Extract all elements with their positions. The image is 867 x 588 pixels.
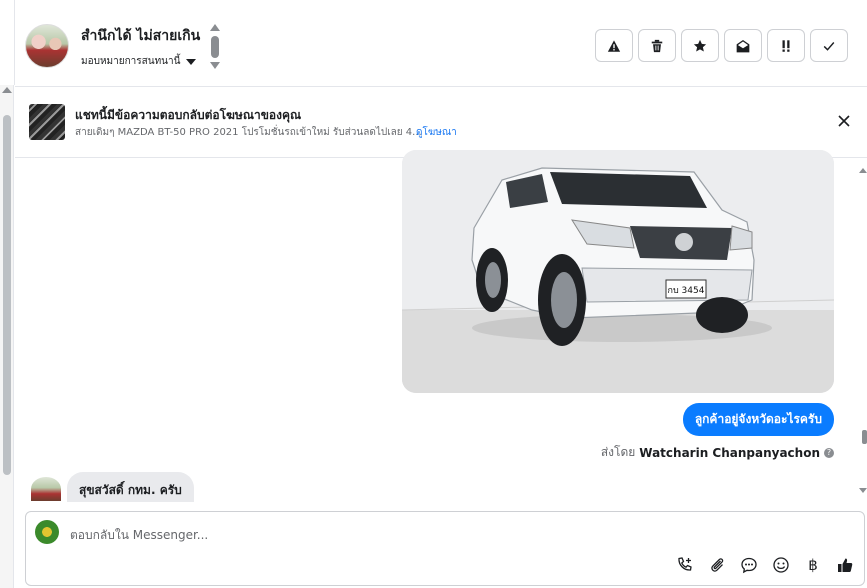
left-scrollbar[interactable] bbox=[0, 85, 14, 588]
assign-conversation-dropdown[interactable]: มอบหมายการสนทนานี้ bbox=[81, 54, 197, 69]
thread-header: สำนึกได้ ไม่สายเกิน มอบหมายการสนทนานี้ bbox=[15, 5, 867, 87]
sent-by-name: Watcharin Chanpanyachon bbox=[639, 445, 820, 460]
mark-done-button[interactable] bbox=[810, 29, 848, 62]
emoji-button[interactable] bbox=[772, 556, 790, 574]
caret-down-icon bbox=[186, 58, 197, 65]
contact-message-avatar bbox=[31, 477, 61, 501]
sent-by-prefix: ส่งโดย bbox=[600, 445, 636, 459]
ad-banner-title: แชทนี้มีข้อความตอบกลับต่อโฆษณาของคุณ bbox=[75, 108, 302, 122]
trash-icon bbox=[651, 39, 663, 52]
sent-by-line: ส่งโดย Watcharin Chanpanyachon ? bbox=[601, 443, 834, 462]
ad-reply-banner: แชทนี้มีข้อความตอบกลับต่อโฆษณาของคุณ สาย… bbox=[15, 88, 867, 158]
star-button[interactable] bbox=[681, 29, 719, 62]
smiley-icon bbox=[773, 557, 789, 573]
scrollbar-thumb[interactable] bbox=[3, 115, 11, 475]
ad-thumbnail[interactable] bbox=[29, 104, 65, 140]
thread-actions bbox=[595, 29, 848, 62]
ad-banner-subtitle: สายเดิมๆ MAZDA BT-50 PRO 2021 โปรโมชั่นร… bbox=[75, 127, 422, 138]
incoming-message[interactable]: สุขสวัสดิ์ กทม. ครับ bbox=[67, 472, 194, 502]
scroll-up-icon[interactable] bbox=[2, 87, 12, 93]
phone-plus-icon bbox=[678, 557, 692, 571]
conversation-nav-handle bbox=[211, 36, 219, 58]
conversation-nav[interactable] bbox=[210, 24, 220, 70]
car-photo-message[interactable]: กบ 3454 bbox=[402, 150, 834, 393]
mark-unread-button[interactable] bbox=[724, 29, 762, 62]
pickup-truck-image: กบ 3454 bbox=[402, 150, 834, 393]
spam-button[interactable] bbox=[595, 29, 633, 62]
saved-replies-button[interactable] bbox=[740, 556, 758, 574]
call-button[interactable] bbox=[676, 556, 694, 574]
scroll-up-icon[interactable] bbox=[859, 168, 867, 173]
scrollbar-thumb[interactable] bbox=[862, 430, 867, 444]
chat-bubble-icon bbox=[741, 557, 757, 574]
delete-button[interactable] bbox=[638, 29, 676, 62]
license-plate: กบ 3454 bbox=[668, 286, 705, 296]
info-icon[interactable]: ? bbox=[824, 447, 834, 458]
baht-icon: ฿ bbox=[808, 556, 818, 574]
previous-conversation-icon[interactable] bbox=[210, 24, 220, 31]
view-ad-link[interactable]: ดูโฆษณา bbox=[416, 125, 457, 140]
thumbs-up-icon bbox=[838, 558, 853, 572]
composer-tools: ฿ bbox=[676, 556, 854, 574]
close-icon[interactable] bbox=[837, 114, 851, 128]
paperclip-icon bbox=[711, 558, 724, 572]
assign-label: มอบหมายการสนทนานี้ bbox=[81, 56, 181, 67]
exclamation-icon bbox=[782, 39, 790, 52]
star-icon bbox=[693, 39, 707, 52]
outgoing-message[interactable]: ลูกค้าอยู่จังหวัดอะไรครับ bbox=[682, 403, 834, 436]
contact-avatar[interactable] bbox=[25, 24, 69, 68]
messenger-inbox-thread: สำนึกได้ ไม่สายเกิน มอบหมายการสนทนานี้ แ… bbox=[0, 0, 867, 588]
attach-button[interactable] bbox=[708, 556, 726, 574]
follow-up-button[interactable] bbox=[767, 29, 805, 62]
warning-icon bbox=[607, 39, 621, 52]
contact-name[interactable]: สำนึกได้ ไม่สายเกิน bbox=[81, 25, 200, 47]
reply-composer: ตอบกลับใน Messenger... ฿ bbox=[25, 511, 865, 586]
envelope-open-icon bbox=[736, 39, 750, 52]
reply-input[interactable]: ตอบกลับใน Messenger... bbox=[70, 526, 208, 545]
check-icon bbox=[823, 41, 835, 51]
payment-button[interactable]: ฿ bbox=[804, 556, 822, 574]
page-avatar bbox=[35, 520, 59, 544]
right-scrollbar[interactable] bbox=[859, 158, 867, 498]
next-conversation-icon[interactable] bbox=[210, 62, 220, 69]
scroll-down-icon[interactable] bbox=[859, 488, 867, 493]
like-button[interactable] bbox=[836, 556, 854, 574]
